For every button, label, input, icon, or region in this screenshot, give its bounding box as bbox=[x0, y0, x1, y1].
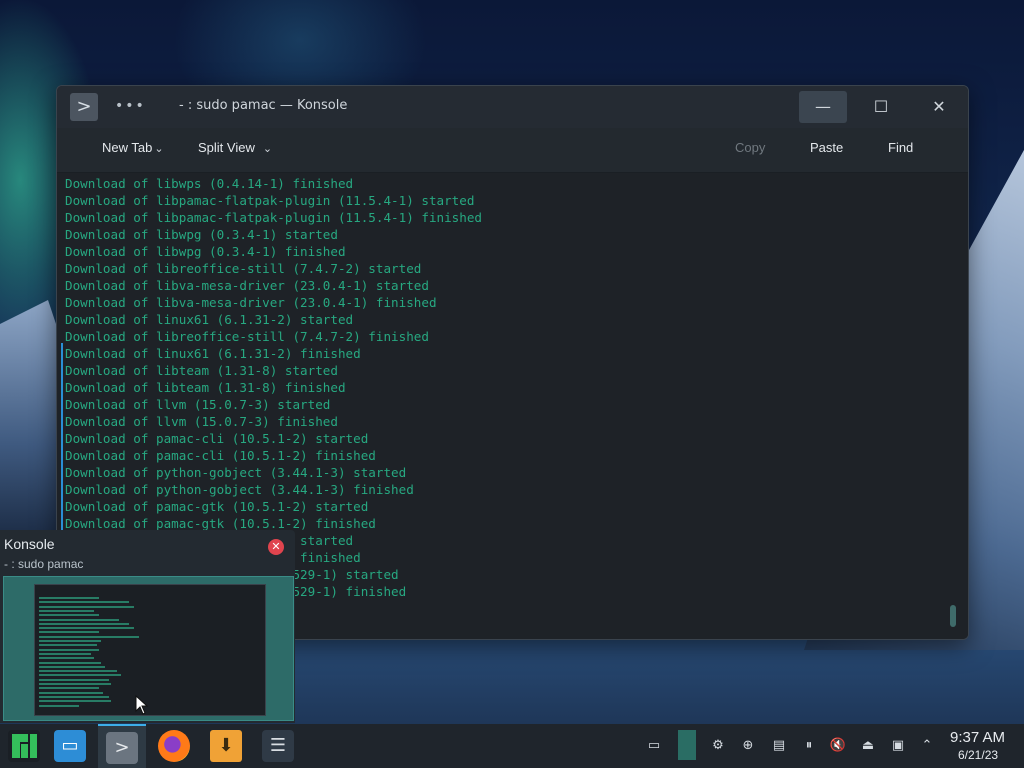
preview-thumbnail[interactable] bbox=[3, 576, 294, 721]
preview-app-name: Konsole bbox=[4, 536, 55, 552]
firefox-icon bbox=[158, 730, 190, 762]
clipboard-icon[interactable]: ▤ bbox=[770, 737, 788, 755]
konsole-app-icon[interactable]: > bbox=[70, 93, 98, 121]
preview-close-button[interactable]: ✕ bbox=[268, 539, 284, 555]
thumbnail-line bbox=[39, 648, 99, 651]
thumbnail-line bbox=[39, 700, 111, 703]
minimize-button[interactable]: — bbox=[799, 91, 847, 123]
konsole-toolbar: New Tab ⌄ Split View ⌄ Copy Paste Find bbox=[57, 128, 968, 173]
thumbnail-line bbox=[39, 691, 103, 694]
preview-window-title: - : sudo pamac bbox=[4, 557, 84, 571]
terminal-line: Download of libteam (1.31-8) finished bbox=[65, 380, 346, 395]
download-icon: ⬇ bbox=[210, 730, 242, 762]
folder-icon: ▭ bbox=[54, 730, 86, 762]
terminal-line: Download of pamac-gtk (10.5.1-2) started bbox=[65, 499, 369, 514]
media-pause-icon[interactable]: ⏸ bbox=[800, 737, 818, 755]
expand-tray-icon[interactable]: ⌃ bbox=[918, 737, 936, 755]
usb-drive-icon[interactable]: ⏏ bbox=[859, 737, 877, 755]
close-button[interactable]: ✕ bbox=[915, 91, 963, 123]
chevron-down-icon: ⌄ bbox=[262, 143, 273, 155]
thumbnail-line bbox=[39, 652, 91, 655]
mouse-pointer-icon bbox=[135, 695, 149, 715]
display-icon[interactable]: ▣ bbox=[889, 737, 907, 755]
taskbar: ▭ > ⬇ ☰ ▭ ⚙ ⊕ ▤ ⏸ 🔇 ⏏ ▣ ⌃ 9:37 AM 6/21/2… bbox=[0, 724, 1024, 768]
file-manager-button[interactable]: ▭ bbox=[46, 724, 94, 768]
terminal-line: Download of libwpg (0.3.4-1) started bbox=[65, 227, 338, 242]
window-thumbnail-image bbox=[34, 584, 266, 716]
download-manager-button[interactable]: ⬇ bbox=[202, 724, 250, 768]
thumbnail-line bbox=[39, 640, 101, 642]
terminal-line: Download of llvm (15.0.7-3) finished bbox=[65, 414, 338, 429]
new-tab-label: New Tab bbox=[102, 140, 153, 155]
terminal-line: Download of libva-mesa-driver (23.0.4-1)… bbox=[65, 295, 437, 310]
paste-button[interactable]: Paste bbox=[810, 140, 843, 155]
network-icon[interactable]: ⚙ bbox=[709, 737, 727, 755]
chevron-down-icon: ⌄ bbox=[154, 143, 164, 155]
maximize-button[interactable]: ☐ bbox=[857, 91, 905, 123]
thumbnail-line bbox=[39, 635, 139, 638]
terminal-line: Download of linux61 (6.1.31-2) finished bbox=[65, 346, 361, 361]
split-view-label: Split View bbox=[198, 140, 255, 155]
window-title: - : sudo pamac — Konsole bbox=[179, 98, 348, 113]
thumbnail-line bbox=[39, 695, 109, 698]
split-view-button[interactable]: Split View ⌄ bbox=[198, 140, 272, 155]
copy-button[interactable]: Copy bbox=[735, 140, 765, 155]
volume-muted-icon[interactable]: 🔇 bbox=[829, 737, 847, 755]
terminal-line: Download of pamac-cli (10.5.1-2) started bbox=[65, 431, 369, 446]
thumbnail-line bbox=[39, 674, 121, 677]
thumbnail-line bbox=[39, 683, 111, 685]
firefox-button[interactable] bbox=[150, 724, 198, 768]
terminal-line: Download of libreoffice-still (7.4.7-2) … bbox=[65, 329, 429, 344]
clock-date[interactable]: 6/21/23 bbox=[958, 748, 998, 762]
thumbnail-line bbox=[39, 597, 99, 599]
terminal-line: Download of libva-mesa-driver (23.0.4-1)… bbox=[65, 278, 429, 293]
terminal-line: Download of python-gobject (3.44.1-3) fi… bbox=[65, 482, 414, 497]
terminal-line: Download of libwps (0.4.14-1) finished bbox=[65, 176, 354, 191]
terminal-line: Download of linux61 (6.1.31-2) started bbox=[65, 312, 354, 327]
new-tab-button[interactable]: New Tab ⌄ bbox=[102, 140, 164, 155]
thumbnail-line bbox=[39, 644, 97, 647]
thumbnail-line bbox=[39, 678, 109, 681]
show-desktop-icon[interactable]: ▭ bbox=[645, 737, 663, 755]
sliders-icon: ☰ bbox=[262, 730, 294, 762]
find-button[interactable]: Find bbox=[888, 140, 913, 155]
pager-icon[interactable] bbox=[678, 730, 696, 760]
thumbnail-line bbox=[39, 614, 99, 617]
thumbnail-line bbox=[39, 609, 94, 612]
window-titlebar[interactable]: > ••• - : sudo pamac — Konsole — ☐ ✕ bbox=[57, 86, 968, 128]
thumbnail-line bbox=[39, 704, 79, 707]
terminal-line: Download of libpamac-flatpak-plugin (11.… bbox=[65, 210, 483, 225]
terminal-line: Download of libpamac-flatpak-plugin (11.… bbox=[65, 193, 475, 208]
application-launcher-button[interactable] bbox=[0, 724, 48, 768]
task-preview-tooltip: Konsole - : sudo pamac ✕ bbox=[0, 530, 295, 723]
terminal-line: Download of pamac-cli (10.5.1-2) finishe… bbox=[65, 448, 376, 463]
konsole-task-button[interactable]: > bbox=[98, 724, 146, 768]
system-settings-button[interactable]: ☰ bbox=[254, 724, 302, 768]
thumbnail-line bbox=[39, 618, 119, 621]
window-menu-icon[interactable]: ••• bbox=[115, 98, 146, 114]
clock-time[interactable]: 9:37 AM bbox=[950, 729, 1005, 746]
thumbnail-line bbox=[39, 687, 99, 690]
line-marker bbox=[61, 343, 63, 530]
thumbnail-line bbox=[39, 670, 117, 673]
thumbnail-line bbox=[39, 622, 129, 625]
thumbnail-line bbox=[39, 605, 134, 608]
konsole-icon: > bbox=[106, 732, 138, 764]
terminal-line: Download of libwpg (0.3.4-1) finished bbox=[65, 244, 346, 259]
terminal-line: Download of libteam (1.31-8) started bbox=[65, 363, 338, 378]
thumbnail-line bbox=[39, 657, 94, 660]
terminal-line: Download of libreoffice-still (7.4.7-2) … bbox=[65, 261, 422, 276]
thumbnail-line bbox=[39, 601, 129, 604]
terminal-line: Download of llvm (15.0.7-3) started bbox=[65, 397, 331, 412]
thumbnail-line bbox=[39, 661, 101, 664]
thumbnail-line bbox=[39, 665, 105, 668]
manjaro-logo-icon bbox=[8, 730, 40, 762]
terminal-scrollbar[interactable] bbox=[950, 605, 956, 627]
thumbnail-line bbox=[39, 631, 99, 634]
thumbnail-line bbox=[39, 627, 134, 630]
terminal-line: Download of python-gobject (3.44.1-3) st… bbox=[65, 465, 407, 480]
updates-icon[interactable]: ⊕ bbox=[739, 737, 757, 755]
